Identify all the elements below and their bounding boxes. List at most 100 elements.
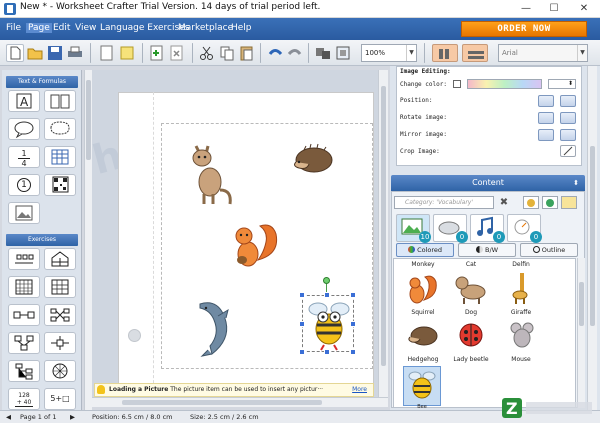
notes-icon[interactable] [118, 44, 136, 62]
speech-bubble-icon[interactable] [8, 118, 40, 140]
add-page-icon[interactable] [148, 44, 166, 62]
minimize-button[interactable]: — [512, 0, 540, 18]
hedgehog-thumbnail[interactable] [404, 320, 440, 350]
color-stepper[interactable]: ⬍ [548, 79, 576, 89]
text-tool-icon[interactable]: A [8, 90, 40, 112]
rotate-handle[interactable] [323, 277, 330, 284]
column-addition-tool[interactable]: 128 + 40 [8, 388, 40, 410]
fraction-tool[interactable]: 1 4 [8, 146, 40, 168]
rotate-left-icon[interactable] [538, 112, 554, 124]
copy-icon[interactable] [218, 44, 236, 62]
clear-category-icon[interactable]: ✖ [498, 197, 510, 209]
giraffe-thumbnail[interactable] [508, 270, 532, 306]
bee-picture[interactable] [304, 297, 354, 352]
picture-tool-icon[interactable] [8, 202, 40, 224]
color-slider[interactable] [467, 79, 542, 89]
cut-icon[interactable] [198, 44, 216, 62]
prev-page-icon[interactable]: ◀ [6, 411, 11, 423]
canvas-horizontal-scrollbar[interactable] [92, 397, 388, 407]
group-icon[interactable] [314, 44, 332, 62]
number-line-icon[interactable] [8, 248, 40, 270]
hedgehog-picture[interactable] [290, 142, 336, 178]
paste-icon[interactable] [238, 44, 256, 62]
house-grid-icon[interactable] [44, 248, 76, 270]
matching-icon[interactable] [44, 304, 76, 326]
gallery-scrollbar[interactable] [577, 258, 585, 408]
order-now-button[interactable]: ORDER NOW [461, 21, 587, 37]
change-color-checkbox[interactable] [453, 80, 461, 88]
squirrel-picture[interactable] [228, 220, 282, 270]
menu-view[interactable]: View [75, 23, 96, 33]
table-tool-icon[interactable] [44, 146, 76, 168]
globe-icon[interactable] [542, 196, 558, 209]
dog-thumbnail[interactable] [453, 272, 489, 306]
qr-code-icon[interactable] [44, 174, 76, 196]
menu-page[interactable]: Page [26, 23, 52, 33]
layers-icon[interactable] [334, 44, 352, 62]
menu-file[interactable]: File [6, 23, 21, 33]
undo-icon[interactable] [266, 44, 284, 62]
table-grid-icon[interactable] [44, 276, 76, 298]
redo-icon[interactable] [286, 44, 304, 62]
send-backward-icon[interactable] [560, 95, 576, 107]
filter-bw[interactable]: B/W [458, 243, 516, 257]
dolphin-picture[interactable] [194, 296, 240, 358]
zoom-select[interactable]: 100% ▼ [361, 44, 417, 62]
category-input[interactable]: Category: 'Vocabulary' [394, 196, 494, 209]
templates-tab[interactable]: 0 [507, 214, 542, 243]
connect-boxes-icon[interactable] [8, 304, 40, 326]
spider-diagram-icon[interactable] [44, 332, 76, 354]
rotate-right-icon[interactable] [560, 112, 576, 124]
menu-help[interactable]: Help [231, 23, 252, 33]
cat-picture[interactable] [186, 140, 236, 210]
open-folder-icon[interactable] [26, 44, 44, 62]
menu-marketplace[interactable]: Marketplace [178, 23, 233, 33]
collapse-icon[interactable]: ⬍ [573, 175, 579, 191]
thought-bubble-icon[interactable] [44, 118, 76, 140]
wheel-icon[interactable] [44, 360, 76, 382]
align-icon[interactable] [432, 44, 458, 62]
new-document-icon[interactable] [6, 44, 24, 62]
mouse-thumbnail[interactable] [506, 320, 538, 350]
save-icon[interactable] [46, 44, 64, 62]
hint-more-link[interactable]: More [352, 384, 367, 396]
lady-beetle-thumbnail[interactable] [455, 320, 487, 350]
properties-scrollbar[interactable] [587, 66, 597, 410]
filter-colored[interactable]: Colored [396, 243, 454, 257]
menu-language-exercises[interactable]: Language Exercises [100, 23, 189, 33]
crop-icon[interactable] [560, 145, 576, 157]
scrollbar-thumb[interactable] [86, 80, 91, 160]
arithmetic-tool[interactable]: 5+□ [44, 388, 76, 410]
book-tool-icon[interactable] [44, 90, 76, 112]
flowchart-icon[interactable] [8, 332, 40, 354]
sheet-icon[interactable] [98, 44, 116, 62]
scrollbar-thumb[interactable] [381, 86, 386, 366]
pictures-tab[interactable]: 10 [396, 214, 431, 243]
shapes-tab[interactable]: 0 [433, 214, 468, 243]
filter-outline[interactable]: Outline [520, 243, 578, 257]
favorites-icon[interactable] [523, 196, 539, 209]
sticky-note-icon[interactable] [561, 196, 577, 209]
maximize-button[interactable]: ☐ [540, 0, 568, 18]
scrollbar-thumb[interactable] [579, 282, 584, 326]
bee-thumbnail[interactable] [406, 368, 438, 402]
font-select[interactable]: Arial ▼ [498, 44, 588, 62]
delete-page-icon[interactable] [168, 44, 186, 62]
next-page-icon[interactable]: ▶ [70, 411, 75, 423]
close-button[interactable]: ✕ [570, 0, 598, 18]
bring-forward-icon[interactable] [538, 95, 554, 107]
menu-edit[interactable]: Edit [53, 23, 70, 33]
squirrel-thumbnail[interactable] [404, 272, 440, 306]
canvas-vertical-scrollbar[interactable] [378, 70, 388, 398]
numbered-circle-tool[interactable]: 1 [8, 174, 40, 196]
mirror-vertical-icon[interactable] [560, 129, 576, 141]
music-tab[interactable]: 0 [470, 214, 505, 243]
scrollbar-thumb[interactable] [122, 400, 322, 405]
mirror-horizontal-icon[interactable] [538, 129, 554, 141]
tools-panel-scrollbar[interactable] [84, 70, 92, 410]
distribute-icon[interactable] [462, 44, 488, 62]
scrollbar-thumb[interactable] [590, 146, 595, 326]
print-icon[interactable] [66, 44, 84, 62]
tree-diagram-icon[interactable] [8, 360, 40, 382]
grid-icon[interactable] [8, 276, 40, 298]
